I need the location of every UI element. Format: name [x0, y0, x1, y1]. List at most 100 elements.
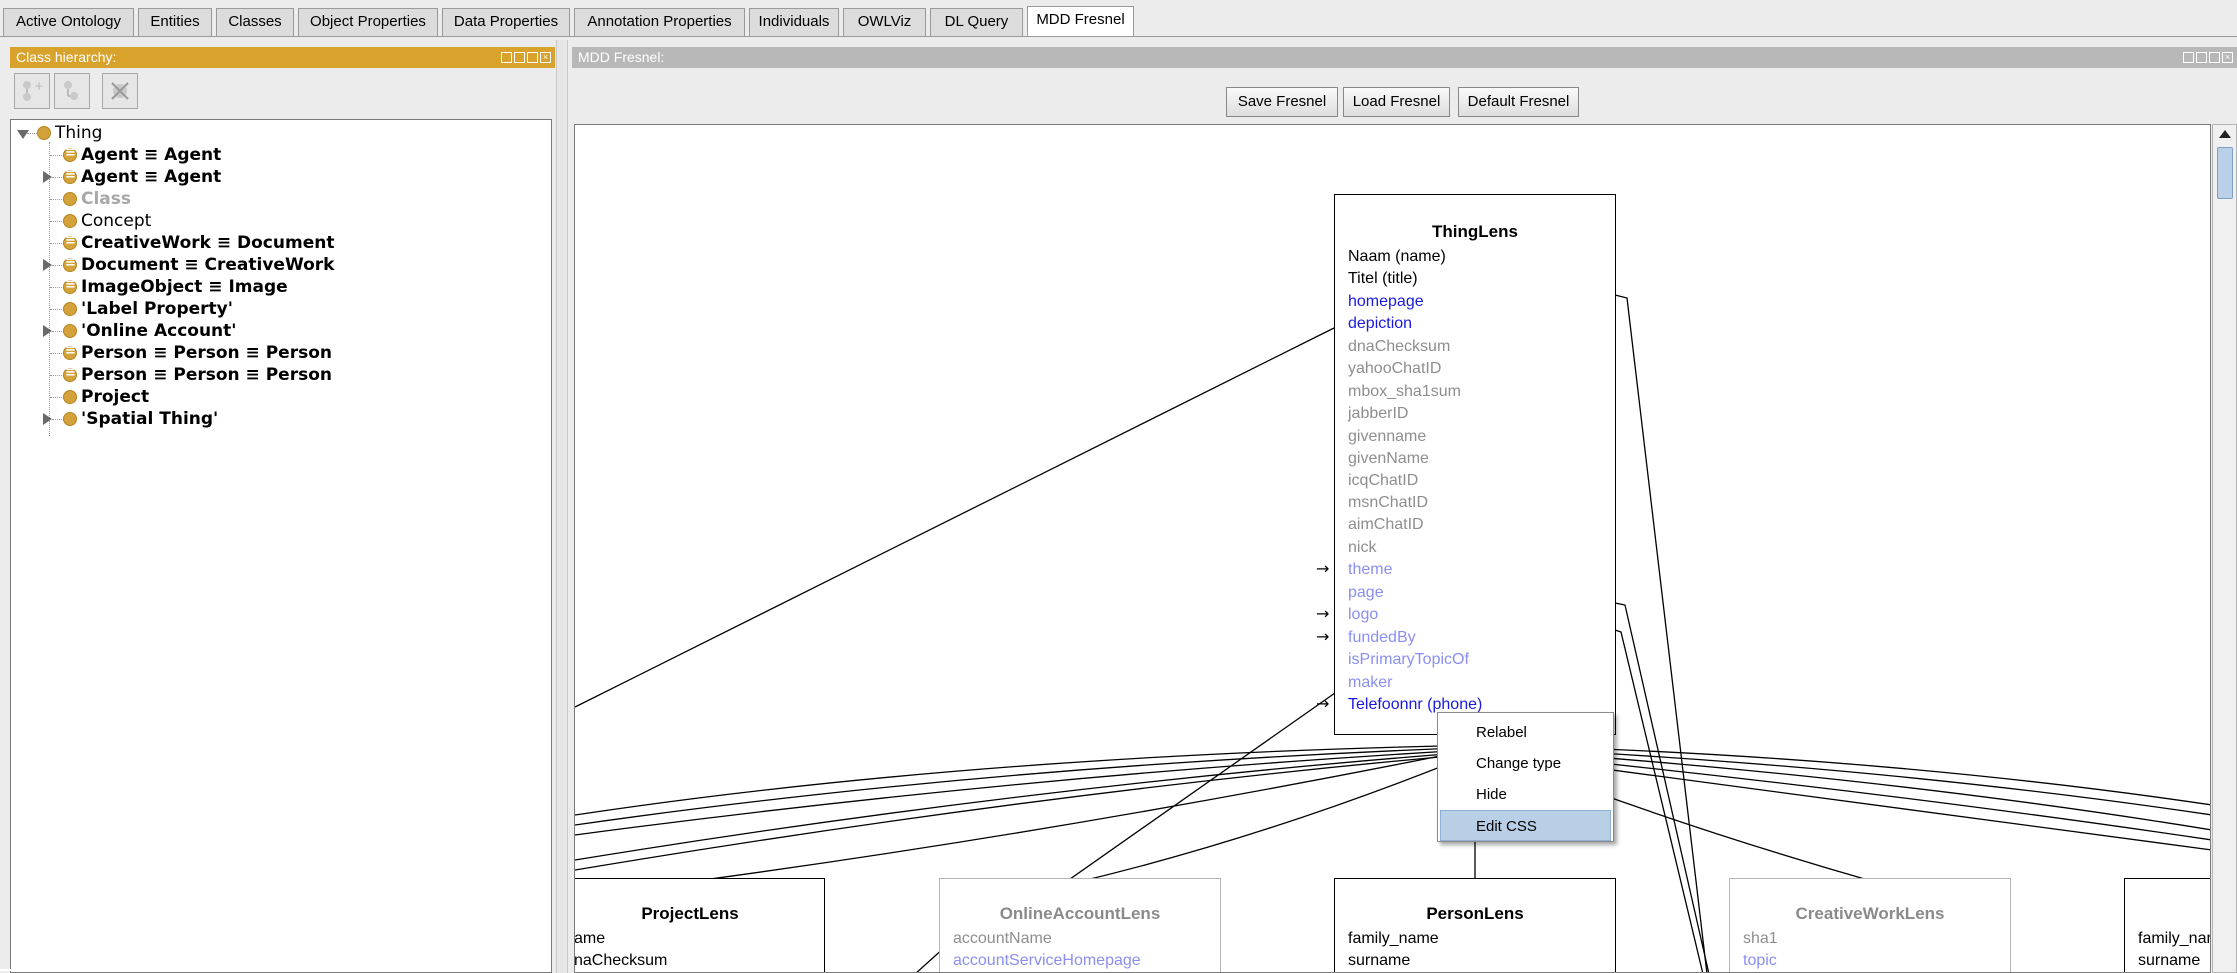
lens-property[interactable]: ame — [575, 929, 605, 949]
panel-close-icon[interactable]: × — [540, 52, 551, 63]
tab-data-properties[interactable]: Data Properties — [442, 8, 570, 36]
lens-property[interactable]: sha1 — [1743, 929, 1778, 949]
panel-maximize-icon[interactable] — [2209, 52, 2220, 63]
tree-item-agent[interactable]: Agent ≡ Agent — [11, 166, 551, 188]
add-subclass-button[interactable]: + — [14, 73, 50, 109]
expand-toggle-icon[interactable] — [43, 325, 52, 337]
fresnel-graph-canvas[interactable]: ThingLens Naam (name) Titel (title) home… — [574, 124, 2211, 973]
lens-property[interactable]: logo — [1348, 605, 1378, 625]
equivalent-class-icon — [63, 365, 77, 382]
online-account-lens[interactable]: OnlineAccountLens accountName accountSer… — [939, 878, 1221, 972]
lens-title: ProjectLens — [641, 904, 739, 923]
save-fresnel-button[interactable]: Save Fresnel — [1226, 87, 1338, 117]
lens-property[interactable]: surname — [1348, 951, 1410, 971]
project-lens[interactable]: ProjectLens ame naChecksum — [575, 878, 825, 972]
tab-owlviz[interactable]: OWLViz — [843, 8, 926, 36]
equivalent-class-icon — [63, 233, 77, 250]
lens-property[interactable]: family_name — [1348, 929, 1439, 949]
lens-property[interactable]: givenName — [1348, 449, 1429, 469]
expand-toggle-icon[interactable] — [43, 171, 52, 183]
lens-property[interactable]: yahooChatID — [1348, 359, 1441, 379]
splitter[interactable] — [556, 40, 568, 973]
collapse-toggle-icon[interactable] — [17, 130, 29, 139]
panel-minimize-icon[interactable] — [2196, 52, 2207, 63]
tab-entities[interactable]: Entities — [138, 8, 212, 36]
tab-classes[interactable]: Classes — [216, 8, 294, 36]
lens-property[interactable]: isPrimaryTopicOf — [1348, 650, 1469, 670]
expand-toggle-icon[interactable] — [43, 413, 52, 425]
lens-property[interactable]: page — [1348, 583, 1384, 603]
panel-close-icon[interactable]: × — [2222, 52, 2233, 63]
tab-object-properties[interactable]: Object Properties — [298, 8, 438, 36]
tab-individuals[interactable]: Individuals — [749, 8, 839, 36]
class-icon — [63, 302, 77, 316]
tab-annotation-properties[interactable]: Annotation Properties — [574, 8, 745, 36]
delete-class-button[interactable] — [102, 73, 138, 109]
tree-connector — [50, 287, 64, 288]
lens-property[interactable]: mbox_sha1sum — [1348, 382, 1461, 402]
lens-property[interactable]: theme — [1348, 560, 1392, 580]
tree-connector — [50, 375, 64, 376]
tree-item-thing[interactable]: Thing — [11, 122, 551, 144]
tab-bar: Active Ontology Entities Classes Object … — [0, 0, 2237, 40]
thing-lens[interactable]: ThingLens Naam (name) Titel (title) home… — [1334, 194, 1616, 735]
tree-item-document[interactable]: Document ≡ CreativeWork — [11, 254, 551, 276]
lens-property[interactable]: jabberID — [1348, 404, 1408, 424]
tree-item-agent[interactable]: Agent ≡ Agent — [11, 144, 551, 166]
scroll-up-icon[interactable] — [2219, 130, 2231, 138]
lens-property[interactable]: dnaChecksum — [1348, 337, 1450, 357]
creative-work-lens[interactable]: CreativeWorkLens sha1 topic — [1729, 878, 2011, 972]
lens-property[interactable]: naChecksum — [575, 951, 667, 971]
menu-item-change-type[interactable]: Change type — [1438, 748, 1613, 779]
class-hierarchy-toolbar: + — [10, 73, 555, 113]
tab-divider — [0, 36, 2237, 37]
lens-property[interactable]: homepage — [1348, 292, 1424, 312]
tab-dl-query[interactable]: DL Query — [930, 8, 1023, 36]
tree-item-concept[interactable]: Concept — [11, 210, 551, 232]
menu-item-relabel[interactable]: Relabel — [1438, 717, 1613, 748]
tree-item-creativework[interactable]: CreativeWork ≡ Document — [11, 232, 551, 254]
tree-item-class[interactable]: Class — [11, 188, 551, 210]
tree-item-label: Concept — [81, 211, 152, 231]
lens-property[interactable]: fundedBy — [1348, 628, 1416, 648]
panel-minimize-icon[interactable] — [514, 52, 525, 63]
tree-item-spatial-thing[interactable]: 'Spatial Thing' — [11, 408, 551, 430]
lens-property[interactable]: icqChatID — [1348, 471, 1418, 491]
lens-property[interactable]: accountServiceHomepage — [953, 951, 1141, 971]
load-fresnel-button[interactable]: Load Fresnel — [1343, 87, 1450, 117]
tree-item-project[interactable]: Project — [11, 386, 551, 408]
expand-toggle-icon[interactable] — [43, 259, 52, 271]
lens-property[interactable]: givenname — [1348, 427, 1426, 447]
lens-property[interactable]: nick — [1348, 538, 1376, 558]
panel-maximize-icon[interactable] — [527, 52, 538, 63]
tab-mdd-fresnel[interactable]: MDD Fresnel — [1027, 6, 1134, 37]
person-lens[interactable]: PersonLens family_name surname — [1334, 878, 1616, 972]
lens-property[interactable]: family_nar — [2138, 929, 2210, 949]
lens-property[interactable]: topic — [1743, 951, 1777, 971]
scrollbar-thumb[interactable] — [2217, 147, 2233, 199]
tree-item-person[interactable]: Person ≡ Person ≡ Person — [11, 364, 551, 386]
lens-property[interactable]: maker — [1348, 673, 1392, 693]
lens-property[interactable]: surname — [2138, 951, 2200, 971]
delete-class-icon — [111, 82, 129, 100]
lens-property[interactable]: Titel (title) — [1348, 269, 1418, 289]
lens-property[interactable]: msnChatID — [1348, 493, 1428, 513]
panel-float-icon[interactable] — [501, 52, 512, 63]
tree-item-imageobject[interactable]: ImageObject ≡ Image — [11, 276, 551, 298]
menu-item-edit-css[interactable]: Edit CSS — [1440, 810, 1611, 841]
add-sibling-class-button[interactable] — [54, 73, 90, 109]
vertical-scrollbar[interactable] — [2212, 124, 2237, 973]
lens-property[interactable]: depiction — [1348, 314, 1412, 334]
menu-item-hide[interactable]: Hide — [1438, 779, 1613, 810]
lens-property[interactable]: aimChatID — [1348, 515, 1424, 535]
tree-item-online-account[interactable]: 'Online Account' — [11, 320, 551, 342]
tab-active-ontology[interactable]: Active Ontology — [3, 8, 134, 36]
tree-item-person[interactable]: Person ≡ Person ≡ Person — [11, 342, 551, 364]
default-fresnel-button[interactable]: Default Fresnel — [1458, 87, 1579, 117]
lens-property[interactable]: Naam (name) — [1348, 247, 1446, 267]
lens-property[interactable]: accountName — [953, 929, 1052, 949]
tree-item-label-property[interactable]: 'Label Property' — [11, 298, 551, 320]
class-tree[interactable]: Thing Agent ≡ Agent Agent ≡ Agent Class … — [10, 119, 552, 973]
panel-float-icon[interactable] — [2183, 52, 2194, 63]
partial-lens[interactable]: family_nar surname — [2124, 878, 2210, 972]
